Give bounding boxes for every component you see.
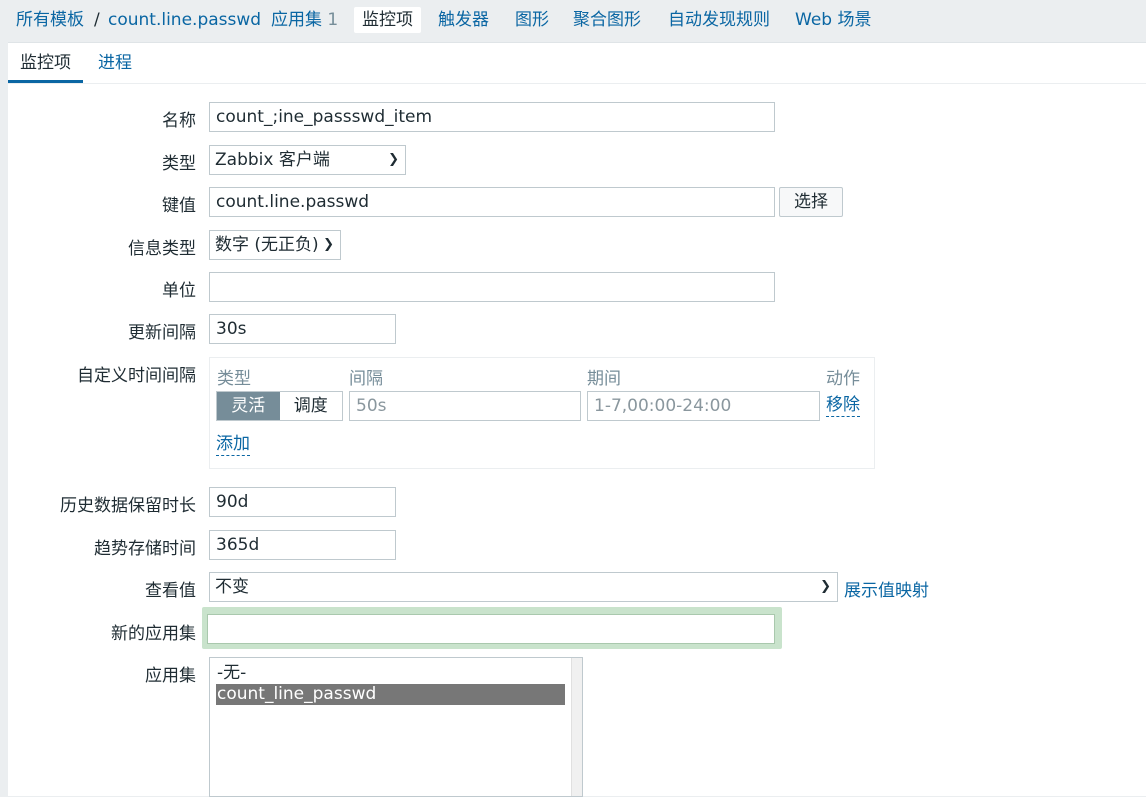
type-label: 类型 (162, 154, 196, 174)
history-input[interactable]: 90d (209, 487, 396, 517)
info-type-select-value: 数字 (无正负) (215, 235, 319, 255)
history-label: 历史数据保留时长 (60, 496, 196, 516)
name-label: 名称 (162, 111, 196, 131)
chevron-down-icon: ❯ (820, 579, 831, 594)
tab-discovery-rules[interactable]: 自动发现规则 (668, 7, 770, 33)
tab-items[interactable]: 监控项 (354, 7, 421, 33)
custom-interval-input[interactable]: 50s (349, 391, 581, 421)
breadcrumb-all-templates[interactable]: 所有模板 (16, 7, 84, 33)
valuemap-select-value: 不变 (215, 577, 249, 597)
tab-applications-label: 应用集 (271, 10, 322, 30)
applications-listbox[interactable]: -无- count_line_passwd (209, 657, 583, 797)
item-form-panel: 监控项 进程 名称 count_;ine_passswd_item 类型 Zab… (8, 42, 1146, 797)
custom-period-input[interactable]: 1-7,00:00-24:00 (587, 391, 820, 421)
info-type-label: 信息类型 (128, 239, 196, 259)
tab-screens[interactable]: 聚合图形 (573, 7, 641, 33)
listbox-scrollbar[interactable] (571, 658, 582, 796)
tab-web-scenarios[interactable]: Web 场景 (795, 7, 871, 33)
name-input[interactable]: count_;ine_passswd_item (209, 102, 775, 132)
col-type-header: 类型 (217, 369, 251, 389)
tab-process[interactable]: 进程 (86, 51, 144, 81)
custom-intervals-table: 类型 间隔 期间 动作 灵活 调度 50s 1-7,00:00-24:00 移除… (209, 357, 875, 469)
new-application-label: 新的应用集 (111, 624, 196, 644)
trends-label: 趋势存储时间 (94, 539, 196, 559)
type-select[interactable]: Zabbix 客户端 ❯ (209, 145, 406, 175)
update-interval-label: 更新间隔 (128, 323, 196, 343)
col-action-header: 动作 (826, 369, 860, 389)
add-interval-link[interactable]: 添加 (216, 433, 250, 456)
tab-triggers[interactable]: 触发器 (438, 7, 489, 33)
units-input[interactable] (209, 272, 775, 302)
breadcrumb-separator: / (94, 10, 100, 30)
chevron-down-icon: ❯ (388, 152, 399, 167)
interval-type-toggle: 灵活 调度 (216, 391, 343, 421)
list-item[interactable]: -无- (216, 663, 565, 684)
list-item[interactable]: count_line_passwd (216, 684, 565, 705)
valuemap-select[interactable]: 不变 ❯ (209, 572, 838, 602)
col-interval-header: 间隔 (349, 369, 383, 389)
flexible-option[interactable]: 灵活 (217, 392, 280, 420)
form-tabs: 监控项 进程 (8, 43, 1146, 84)
new-application-input[interactable] (207, 614, 775, 644)
type-select-value: Zabbix 客户端 (215, 150, 330, 170)
update-interval-input[interactable]: 30s (209, 314, 396, 344)
scheduling-option[interactable]: 调度 (279, 392, 342, 420)
valuemap-label: 查看值 (145, 581, 196, 601)
breadcrumb-template[interactable]: count.line.passwd (108, 7, 261, 33)
trends-input[interactable]: 365d (209, 530, 396, 560)
tab-applications[interactable]: 应用集 1 (271, 7, 338, 33)
chevron-down-icon: ❯ (323, 237, 334, 252)
tab-graphs[interactable]: 图形 (515, 7, 549, 33)
top-navigation: 所有模板 / count.line.passwd 应用集 1 监控项 触发器 图… (0, 0, 1146, 42)
key-input[interactable]: count.line.passwd (209, 187, 775, 217)
units-label: 单位 (162, 281, 196, 301)
select-key-button[interactable]: 选择 (779, 187, 843, 217)
remove-interval-link[interactable]: 移除 (826, 394, 860, 417)
applications-count: 1 (327, 10, 339, 30)
custom-intervals-label: 自定义时间间隔 (77, 366, 196, 386)
col-period-header: 期间 (587, 369, 621, 389)
info-type-select[interactable]: 数字 (无正负) ❯ (209, 230, 341, 260)
show-value-mappings-link[interactable]: 展示值映射 (844, 576, 929, 601)
tab-item[interactable]: 监控项 (8, 51, 83, 83)
applications-label: 应用集 (145, 666, 196, 686)
key-label: 键值 (162, 196, 196, 216)
